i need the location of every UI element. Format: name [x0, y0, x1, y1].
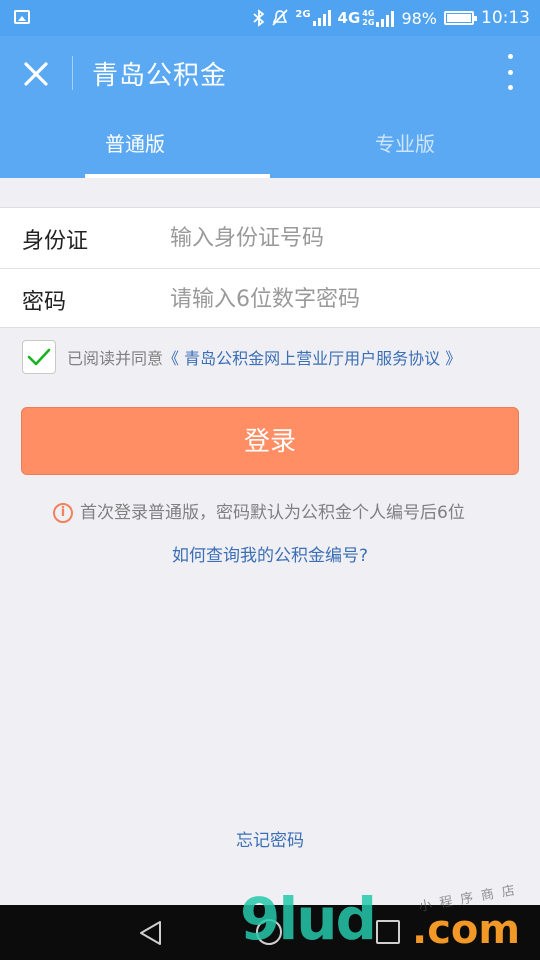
tab-label: 普通版 — [105, 132, 165, 156]
battery-percent: 98% — [401, 8, 437, 28]
version-tabs: 普通版 专业版 — [0, 126, 540, 178]
watermark-main-text: 9lud — [240, 885, 377, 953]
login-button[interactable]: 登录 — [21, 407, 519, 475]
id-number-input[interactable] — [170, 218, 520, 258]
gallery-notification-icon — [14, 10, 30, 24]
more-dot-icon — [507, 54, 513, 59]
id-label: 身份证 — [22, 229, 89, 254]
signal-1: 2G — [295, 9, 331, 26]
more-dot-icon — [507, 85, 513, 90]
agreement-checkbox[interactable] — [22, 340, 56, 374]
close-button[interactable] — [18, 56, 54, 92]
network-2g-label: 2G — [295, 9, 311, 20]
close-icon — [24, 62, 48, 86]
title-divider — [72, 56, 73, 90]
find-account-number-link[interactable]: 如何查询我的公积金编号? — [0, 541, 540, 566]
tab-professional[interactable]: 专业版 — [270, 126, 540, 178]
tab-active-indicator — [85, 174, 270, 178]
signal-bars-icon — [312, 10, 331, 26]
login-form: 身份证 密码 — [0, 207, 540, 328]
login-tip: i 首次登录普通版，密码默认为公积金个人编号后6位 — [53, 498, 465, 523]
tab-standard[interactable]: 普通版 — [0, 126, 270, 178]
network-4g-small-label: 4G — [362, 9, 375, 18]
password-input[interactable] — [170, 279, 520, 319]
mute-icon — [272, 9, 289, 26]
id-row: 身份证 — [0, 208, 540, 268]
forgot-password-link[interactable]: 忘记密码 — [0, 826, 540, 851]
battery-icon — [444, 11, 477, 25]
password-label: 密码 — [22, 290, 67, 315]
checkmark-icon — [27, 348, 51, 366]
signal-2: 4G 4G 2G — [338, 9, 395, 27]
more-dot-icon — [507, 69, 513, 75]
network-2g-small-label: 2G — [362, 18, 375, 27]
network-4g-label: 4G — [337, 9, 361, 27]
app-bar: 青岛公积金 普通版 专业版 — [0, 36, 540, 178]
bluetooth-icon — [253, 9, 265, 27]
more-options-button[interactable] — [502, 54, 518, 90]
status-bar: 2G 4G 4G 2G 98% 10:13 — [0, 0, 540, 36]
password-row: 密码 — [0, 268, 540, 329]
agreement-row: 已阅读并同意 《 青岛公积金网上营业厅用户服务协议 》 — [22, 340, 461, 374]
info-icon: i — [53, 502, 73, 523]
page-title: 青岛公积金 — [92, 61, 228, 91]
agreement-text: 已阅读并同意 — [67, 349, 164, 368]
watermark-domain-text: .com — [412, 907, 521, 953]
watermark-logo: 小程序商店 9lud .com — [240, 882, 530, 960]
status-icons: 2G 4G 4G 2G 98% 10:13 — [253, 0, 530, 36]
tip-text: 首次登录普通版，密码默认为公积金个人编号后6位 — [80, 503, 465, 523]
agreement-link[interactable]: 《 青岛公积金网上营业厅用户服务协议 》 — [163, 345, 461, 369]
tab-label: 专业版 — [375, 132, 435, 156]
signal-bars-icon — [376, 11, 395, 27]
clock: 10:13 — [481, 8, 530, 28]
back-icon[interactable] — [138, 919, 164, 947]
